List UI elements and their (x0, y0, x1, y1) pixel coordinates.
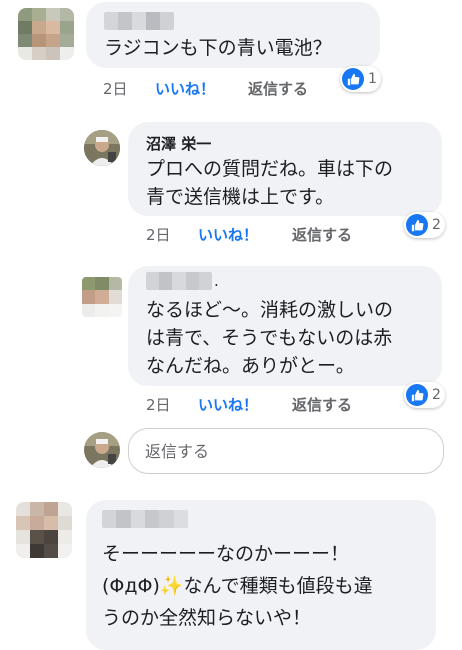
avatar[interactable] (18, 8, 74, 60)
like-button[interactable]: いいね！ (198, 394, 258, 415)
reaction-badge[interactable]: 2 (404, 382, 445, 408)
reply-age: 2日 (146, 226, 171, 244)
reaction-count: 2 (432, 217, 441, 233)
current-user-avatar (84, 432, 120, 468)
author-name[interactable]: 沼澤 栄一 (146, 133, 211, 154)
comment-text: そーーーーーなのかーーー！ (ΦдΦ)✨なんで種類も値段も違 うのか全然知らない… (102, 543, 373, 629)
avatar[interactable] (84, 130, 120, 166)
author-name-redacted[interactable] (102, 510, 188, 528)
reply-text: なるほど〜。消耗の激しいの は青で、そうでもないのは赤 なんだね。ありがとー。 (146, 299, 394, 377)
author-name-suffix: . (214, 272, 219, 290)
author-name-redacted[interactable] (104, 12, 174, 30)
reaction-badge[interactable]: 1 (340, 66, 381, 92)
reply-text: プロへの質問だね。車は下の 青で送信機は上です。 (146, 158, 394, 208)
reply-button[interactable]: 返信する (292, 224, 352, 245)
author-name-redacted[interactable] (146, 272, 212, 290)
thumbs-up-icon (406, 384, 428, 406)
like-button[interactable]: いいね！ (155, 78, 215, 99)
thumbs-up-icon (406, 214, 428, 236)
comment-text: ラジコンも下の青い電池？ (104, 37, 332, 59)
thumbs-up-icon (342, 68, 364, 90)
reaction-badge[interactable]: 2 (404, 212, 445, 238)
reply-age: 2日 (146, 396, 171, 414)
reaction-count: 2 (432, 387, 441, 403)
comment-age: 2日 (103, 80, 128, 98)
reaction-count: 1 (368, 71, 377, 87)
avatar[interactable] (16, 502, 72, 558)
reply-input[interactable] (129, 429, 443, 473)
reply-button[interactable]: 返信する (292, 394, 352, 415)
like-button[interactable]: いいね！ (198, 224, 258, 245)
reply-button[interactable]: 返信する (248, 78, 308, 99)
reply-input-box[interactable] (128, 428, 444, 474)
avatar[interactable] (82, 277, 122, 317)
